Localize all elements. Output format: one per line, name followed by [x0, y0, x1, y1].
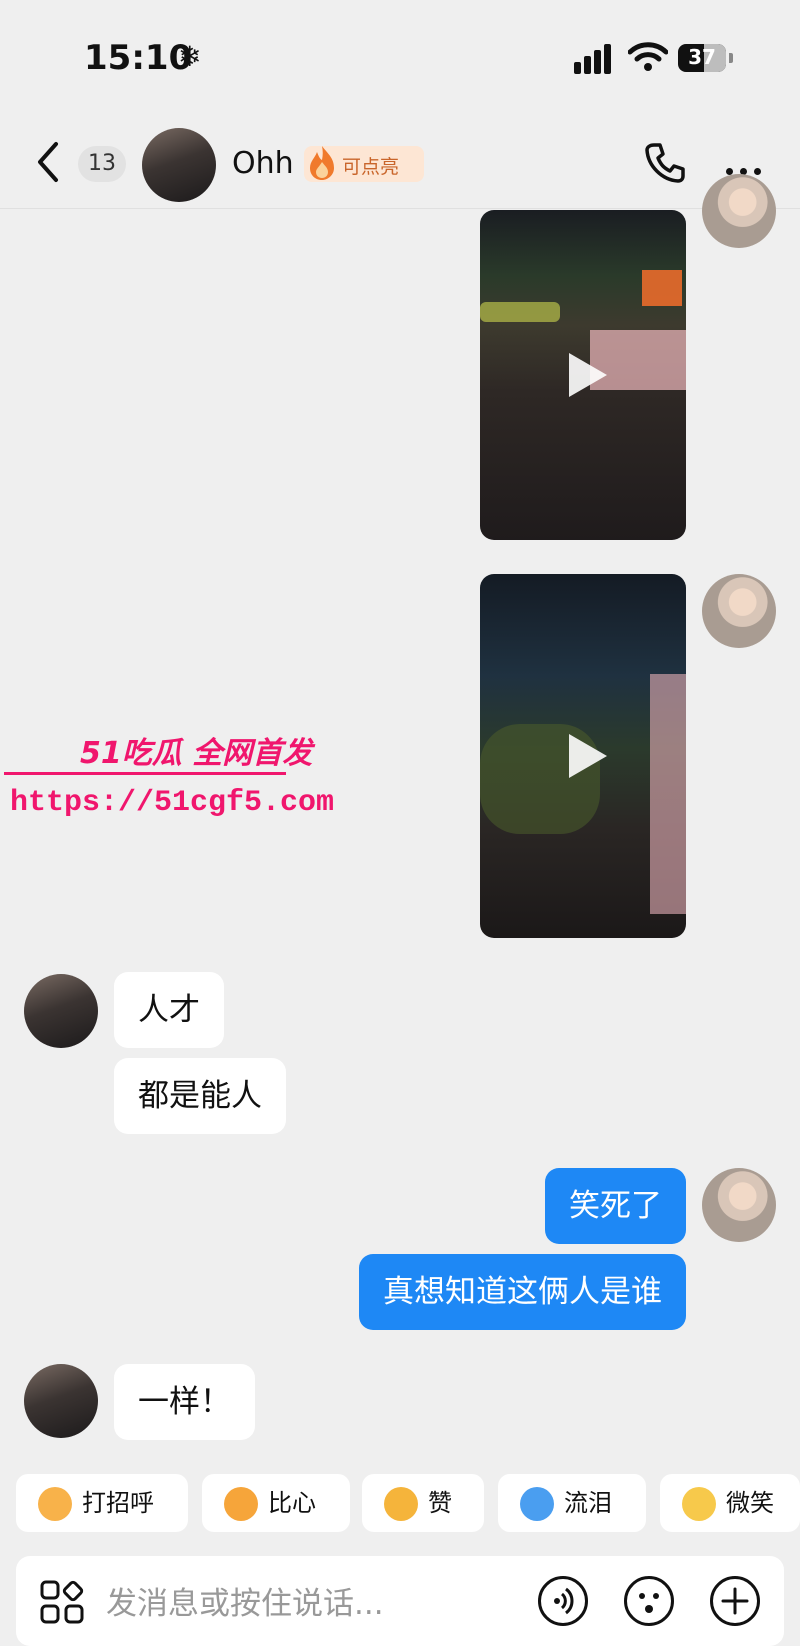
battery-icon: 37 [678, 44, 726, 72]
snowflake-icon: ❄ [178, 40, 202, 73]
contact-avatar[interactable] [24, 1364, 98, 1438]
video-scene-sign [642, 270, 682, 306]
wave-emoji-icon [38, 1487, 72, 1521]
video-scene-wall [650, 674, 686, 914]
quick-reply-like[interactable]: 赞 [362, 1474, 484, 1532]
quick-reply-label: 赞 [428, 1489, 452, 1517]
smile-emoji-icon [682, 1487, 716, 1521]
fire-icon [310, 146, 334, 180]
status-time: 15:10 [84, 38, 193, 78]
message-input[interactable]: 发消息或按住说话... [106, 1578, 384, 1623]
video-message[interactable] [480, 210, 686, 540]
my-avatar[interactable] [702, 174, 776, 248]
unread-count-badge[interactable]: 13 [78, 146, 126, 182]
battery-level: 37 [688, 45, 716, 69]
quick-reply-label: 打招呼 [82, 1489, 154, 1517]
battery-cap [729, 53, 733, 63]
crying-emoji-icon [520, 1487, 554, 1521]
quick-reply-heart[interactable]: 比心 [202, 1474, 350, 1532]
emoji-picker-icon[interactable] [624, 1576, 674, 1626]
add-attachment-icon[interactable] [710, 1576, 760, 1626]
watermark-underline [4, 772, 286, 775]
chat-header: 13 Ohh 可点亮 [0, 118, 800, 209]
quick-reply-label: 比心 [268, 1489, 316, 1517]
back-arrow-icon[interactable] [32, 140, 62, 184]
thumbs-up-emoji-icon [384, 1487, 418, 1521]
message-bubble-incoming[interactable]: 都是能人 [114, 1058, 286, 1134]
quick-reply-label: 流泪 [564, 1489, 612, 1517]
video-message[interactable] [480, 574, 686, 938]
watermark-title: 51吃瓜 全网首发 [80, 736, 313, 771]
streak-badge-label: 可点亮 [342, 156, 400, 178]
message-bubble-outgoing[interactable]: 笑死了 [545, 1168, 686, 1244]
apps-grid-icon[interactable] [38, 1578, 86, 1626]
quick-reply-smile[interactable]: 微笑 [660, 1474, 800, 1532]
message-bubble-incoming[interactable]: 人才 [114, 972, 224, 1048]
watermark-url: https://51cgf5.com [10, 786, 335, 820]
contact-avatar[interactable] [142, 128, 216, 202]
quick-reply-tears[interactable]: 流泪 [498, 1474, 646, 1532]
my-avatar[interactable] [702, 574, 776, 648]
cellular-signal-icon [574, 44, 614, 74]
message-bubble-incoming[interactable]: 一样！ [114, 1364, 255, 1440]
play-icon[interactable] [569, 734, 607, 778]
voice-message-icon[interactable] [538, 1576, 588, 1626]
contact-name[interactable]: Ohh [232, 146, 294, 181]
quick-reply-label: 微笑 [726, 1489, 774, 1517]
phone-call-icon[interactable] [644, 142, 686, 184]
video-scene-light [480, 302, 560, 322]
heart-hands-emoji-icon [224, 1487, 258, 1521]
quick-reply-greet[interactable]: 打招呼 [16, 1474, 188, 1532]
streak-badge[interactable]: 可点亮 [304, 146, 424, 182]
wifi-icon [628, 42, 668, 71]
my-avatar[interactable] [702, 1168, 776, 1242]
contact-avatar[interactable] [24, 974, 98, 1048]
message-bubble-outgoing[interactable]: 真想知道这俩人是谁 [359, 1254, 686, 1330]
play-icon[interactable] [569, 353, 607, 397]
message-input-bar: 发消息或按住说话... [16, 1556, 784, 1646]
